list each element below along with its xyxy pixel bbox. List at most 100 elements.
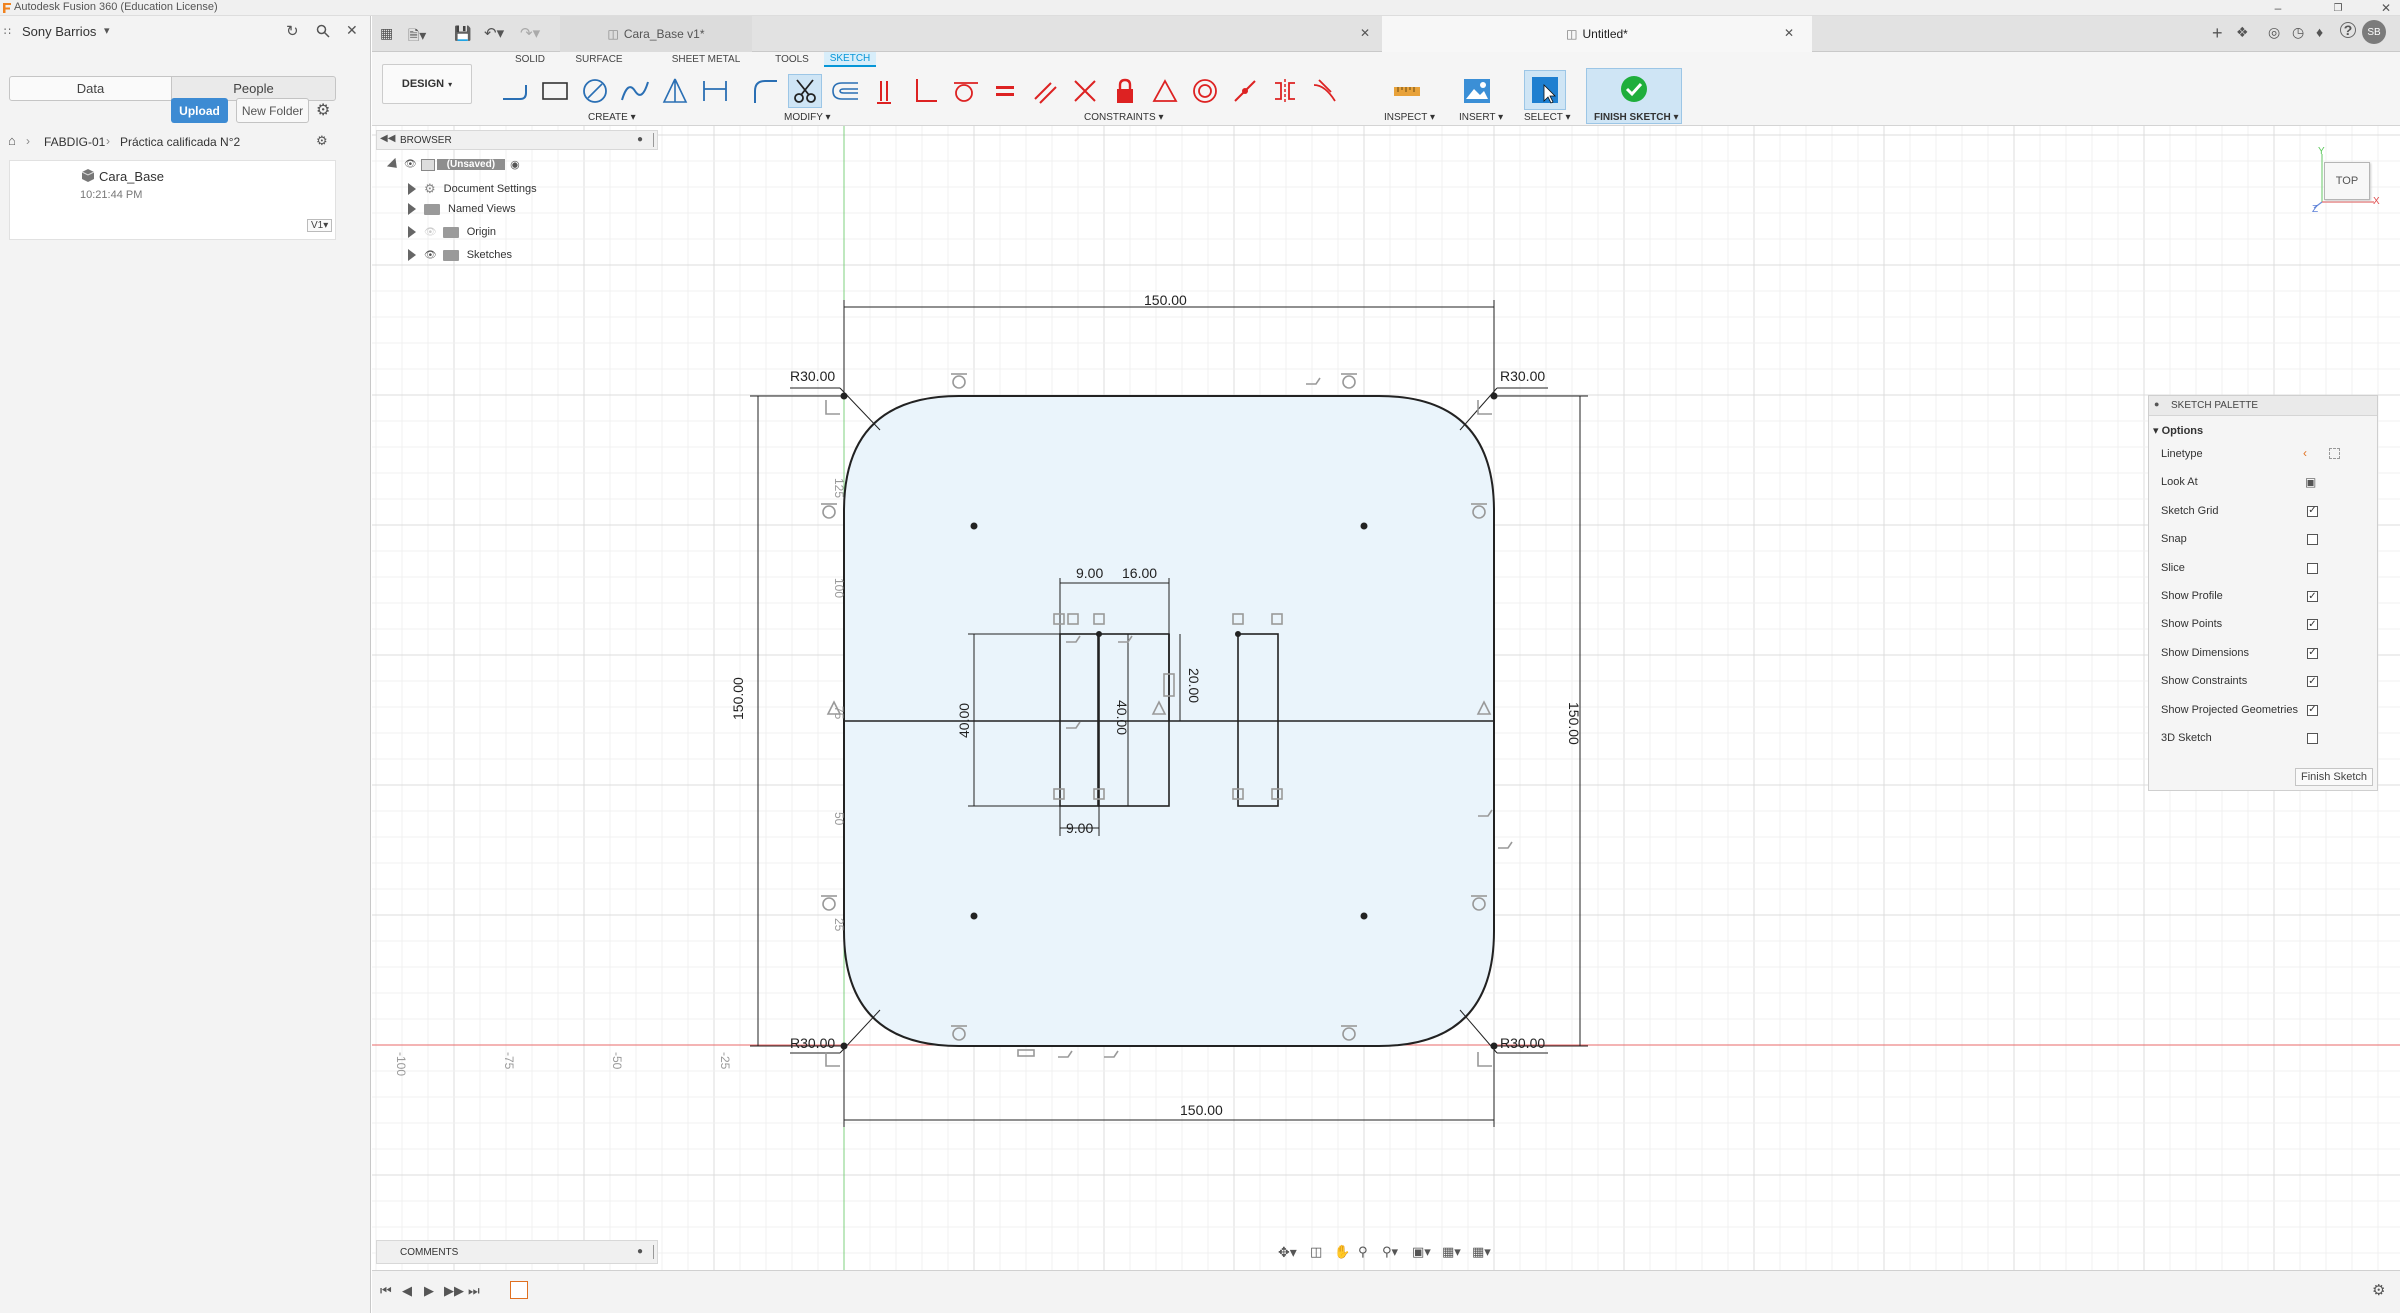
- ribbon-tab-sheet-metal[interactable]: SHEET METAL: [668, 52, 744, 67]
- grid-icon[interactable]: ∷: [4, 25, 11, 38]
- browser-pin-icon[interactable]: ●: [637, 134, 643, 145]
- dim-height-left[interactable]: 150.00: [730, 677, 746, 720]
- palette-close-icon[interactable]: ●: [2154, 399, 2159, 409]
- user-avatar[interactable]: SB: [2362, 20, 2386, 44]
- grid-settings-icon[interactable]: ▦▾: [1442, 1244, 1461, 1260]
- trim-tool[interactable]: [788, 74, 822, 108]
- browser-item-origin[interactable]: 👁 Origin: [408, 226, 496, 238]
- mirror-tool[interactable]: [658, 74, 692, 108]
- symmetry-tool[interactable]: [1268, 74, 1302, 108]
- arc-tool[interactable]: [618, 74, 652, 108]
- circle-tool[interactable]: [578, 74, 612, 108]
- palette-checkbox[interactable]: ✓: [2307, 619, 2318, 631]
- curvature-tool[interactable]: [1308, 74, 1342, 108]
- close-window-icon[interactable]: ✕: [2376, 0, 2396, 16]
- insert-image-tool[interactable]: [1460, 74, 1494, 108]
- linetype-construction-icon[interactable]: ‹: [2303, 446, 2307, 460]
- palette-checkbox[interactable]: [2307, 562, 2318, 574]
- palette-checkbox[interactable]: [2307, 534, 2318, 546]
- dim-slot-20[interactable]: 20.00: [1186, 668, 1202, 703]
- breadcrumb-project[interactable]: FABDIG-01: [44, 135, 105, 149]
- dim-width-bottom[interactable]: 150.00: [1180, 1102, 1223, 1118]
- folder-settings-icon[interactable]: ⚙: [316, 133, 328, 149]
- browser-item-sketches[interactable]: 👁 Sketches: [408, 249, 512, 261]
- tangent-tool[interactable]: [948, 74, 982, 108]
- chevron-down-icon[interactable]: ▾: [104, 24, 110, 37]
- active-radio-icon[interactable]: ◉: [510, 158, 520, 171]
- comments-pin-icon[interactable]: ●: [637, 1246, 643, 1257]
- version-badge[interactable]: V1▾: [307, 219, 333, 232]
- modify-menu[interactable]: MODIFY ▾: [784, 112, 831, 123]
- expand-arrow-icon[interactable]: [408, 183, 416, 195]
- browser-root[interactable]: 👁 (Unsaved) ◉: [386, 157, 520, 172]
- palette-checkbox[interactable]: ✓: [2307, 647, 2318, 659]
- project-tool[interactable]: [698, 74, 732, 108]
- expand-arrow-icon[interactable]: [408, 203, 416, 215]
- visibility-eye-icon[interactable]: 👁: [404, 159, 417, 170]
- collinear-tool[interactable]: [1068, 74, 1102, 108]
- workspace-switcher[interactable]: DESIGN ▾: [382, 64, 472, 104]
- pan-hand-icon[interactable]: ✋: [1334, 1244, 1350, 1260]
- palette-section-options[interactable]: ▾ Options: [2153, 424, 2203, 437]
- offset-tool[interactable]: [828, 74, 862, 108]
- ribbon-tab-sketch[interactable]: SKETCH: [824, 52, 876, 67]
- linetype-centerline-icon[interactable]: [2329, 448, 2340, 459]
- select-tool[interactable]: [1524, 70, 1566, 110]
- browser-item-document-settings[interactable]: ⚙ Document Settings: [408, 181, 537, 197]
- palette-checkbox[interactable]: ✓: [2307, 676, 2318, 688]
- ribbon-tab-surface[interactable]: SURFACE: [564, 52, 634, 67]
- zoom-icon[interactable]: ⚲: [1358, 1244, 1368, 1260]
- parallel-tool[interactable]: [1028, 74, 1062, 108]
- expand-arrow-icon[interactable]: [386, 157, 402, 172]
- select-menu[interactable]: SELECT ▾: [1524, 112, 1571, 123]
- constraints-menu[interactable]: CONSTRAINTS ▾: [1084, 112, 1163, 123]
- file-card[interactable]: Cara_Base 10:21:44 PM V1▾: [9, 160, 336, 240]
- close-tab-icon[interactable]: ✕: [1360, 26, 1370, 40]
- midpoint-tool[interactable]: [1148, 74, 1182, 108]
- home-icon[interactable]: ⌂: [8, 133, 16, 148]
- search-icon[interactable]: [316, 24, 330, 38]
- dim-slot-16[interactable]: 16.00: [1122, 565, 1157, 581]
- ribbon-tab-tools[interactable]: TOOLS: [770, 52, 814, 67]
- close-tab-icon[interactable]: ✕: [1784, 26, 1794, 40]
- upload-button[interactable]: Upload: [171, 98, 228, 123]
- create-menu[interactable]: CREATE ▾: [588, 112, 636, 123]
- orbit-icon[interactable]: ✥▾: [1278, 1244, 1297, 1261]
- visibility-eye-hidden-icon[interactable]: 👁: [424, 227, 437, 238]
- fix-tool[interactable]: [1108, 74, 1142, 108]
- line-tool[interactable]: [498, 74, 532, 108]
- expand-arrow-icon[interactable]: [408, 226, 416, 238]
- tab-doc-untitled[interactable]: ◫ Untitled*: [1382, 16, 1812, 52]
- redo-icon[interactable]: ↷▾: [520, 24, 540, 42]
- timeline-sketch-marker[interactable]: [510, 1281, 528, 1299]
- timeline-prev-icon[interactable]: ◀: [402, 1283, 412, 1299]
- palette-finish-sketch-button[interactable]: Finish Sketch: [2295, 768, 2373, 786]
- palette-checkbox[interactable]: [2307, 733, 2318, 744]
- save-icon[interactable]: 💾: [454, 25, 471, 42]
- dim-slot-40-outer[interactable]: 40.00: [956, 703, 972, 738]
- dim-height-right[interactable]: 150.00: [1566, 702, 1582, 745]
- viewports-icon[interactable]: ▦▾: [1472, 1244, 1491, 1260]
- dim-slot-40-inner[interactable]: 40.00: [1114, 700, 1130, 735]
- look-at-icon[interactable]: ◫: [1310, 1244, 1322, 1260]
- refresh-icon[interactable]: ↻: [286, 22, 299, 40]
- job-status-icon[interactable]: ◎: [2268, 24, 2280, 41]
- sketch-canvas[interactable]: [372, 126, 2400, 1270]
- look-at-icon[interactable]: ▣: [2305, 475, 2316, 489]
- dim-radius-tl[interactable]: R30.00: [790, 368, 835, 384]
- close-panel-icon[interactable]: ✕: [346, 22, 358, 39]
- timeline-settings-gear-icon[interactable]: ⚙: [2372, 1281, 2385, 1299]
- dim-radius-bl[interactable]: R30.00: [790, 1035, 835, 1051]
- inspect-menu[interactable]: INSPECT ▾: [1384, 112, 1435, 123]
- user-name[interactable]: Sony Barrios: [22, 24, 96, 39]
- file-name[interactable]: Cara_Base: [99, 169, 164, 184]
- timeline-next-icon[interactable]: ▶▶: [444, 1283, 464, 1299]
- tab-data[interactable]: Data: [9, 76, 172, 101]
- extensions-icon[interactable]: ❖: [2236, 24, 2249, 41]
- palette-checkbox[interactable]: ✓: [2307, 591, 2318, 602]
- settings-gear-icon[interactable]: ⚙: [316, 100, 330, 120]
- equal-tool[interactable]: [988, 74, 1022, 108]
- display-settings-icon[interactable]: ▣▾: [1412, 1244, 1431, 1260]
- collapse-arrows-icon[interactable]: ◀◀: [380, 133, 395, 144]
- restore-icon[interactable]: ❐: [2326, 0, 2350, 16]
